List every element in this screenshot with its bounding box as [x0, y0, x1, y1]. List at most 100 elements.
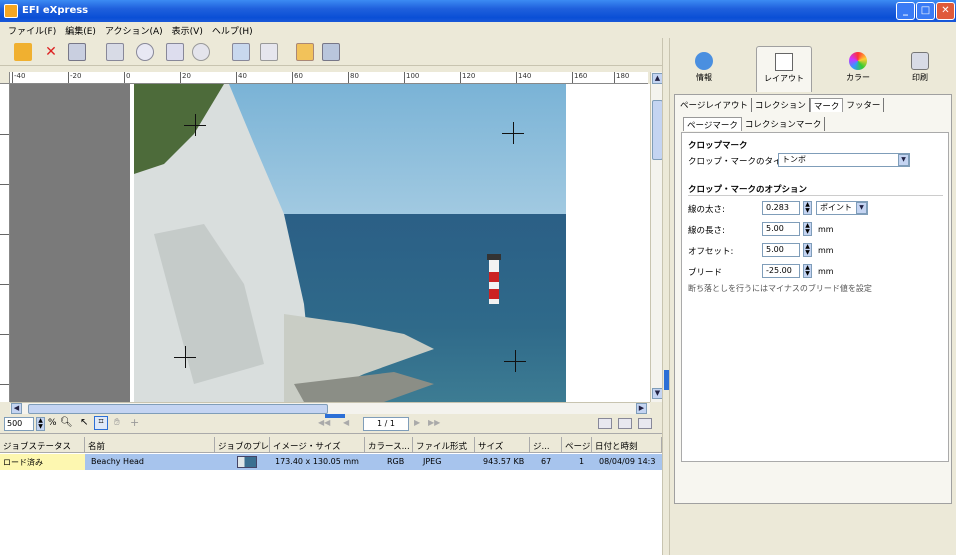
tab-info[interactable]: 情報: [676, 46, 732, 92]
print-icon[interactable]: [106, 43, 124, 61]
toolbar: ✕: [0, 38, 662, 66]
chevron-down-icon[interactable]: ▼: [856, 202, 867, 214]
ruler-label: 20: [182, 72, 191, 80]
preview-image[interactable]: [134, 84, 566, 402]
column-header[interactable]: 日付と時刻: [592, 437, 662, 453]
add-icon[interactable]: +: [130, 416, 139, 429]
panel-splitter[interactable]: [662, 38, 670, 555]
offset-stepper[interactable]: ▲ ▼: [803, 243, 812, 257]
actual-size-icon[interactable]: [638, 418, 652, 429]
splitter-grip[interactable]: [664, 370, 669, 390]
ruler-label: -40: [14, 72, 26, 80]
horizontal-scrollbar[interactable]: ◀ ▶: [10, 402, 650, 414]
tab-collection-marks[interactable]: コレクションマーク: [742, 117, 826, 131]
column-header[interactable]: ジョブのプレ...: [215, 437, 270, 453]
offset-unit: mm: [818, 246, 834, 255]
tab-page-marks[interactable]: ページマーク: [683, 117, 742, 131]
bleed-note: 断ち落としを行うにはマイナスのブリード値を設定: [688, 284, 872, 293]
column-header[interactable]: ファイル形式: [413, 437, 475, 453]
bleed-unit: mm: [818, 267, 834, 276]
offset-input[interactable]: 5.00: [762, 243, 800, 257]
column-header[interactable]: サイズ: [475, 437, 530, 453]
preview-icon[interactable]: [136, 43, 154, 61]
column-header[interactable]: ジョブステータス: [0, 437, 85, 453]
maximize-button[interactable]: □: [916, 2, 935, 20]
line-width-input[interactable]: 0.283: [762, 201, 800, 215]
pointer-icon[interactable]: ↖: [80, 417, 88, 428]
scroll-right-icon[interactable]: ▶: [636, 403, 647, 414]
save-icon[interactable]: [68, 43, 86, 61]
layout-settings: ページレイアウト コレクション マーク フッター ページマーク コレクションマー…: [674, 94, 952, 504]
fit-width-icon[interactable]: [598, 418, 612, 429]
zoom-stepper[interactable]: ▲ ▼: [36, 417, 45, 431]
job-thumbnail: [237, 456, 257, 468]
line-length-input[interactable]: 5.00: [762, 222, 800, 236]
open-folder-icon[interactable]: [14, 43, 32, 61]
hand-icon[interactable]: ✋︎: [114, 417, 120, 428]
tab-marks[interactable]: マーク: [809, 98, 844, 112]
table-row[interactable]: ロード済み Beachy Head 173.40 x 130.05 mm RGB…: [0, 454, 662, 470]
menu-view[interactable]: 表示(V): [168, 22, 208, 38]
prev-page-icon[interactable]: ◀: [343, 418, 349, 427]
minimize-button[interactable]: _: [896, 2, 915, 20]
tab-print[interactable]: 印刷: [892, 46, 948, 92]
menu-help[interactable]: ヘルプ(H): [208, 22, 258, 38]
fit-page-icon[interactable]: [618, 418, 632, 429]
file-size-cell: 943.57 KB: [483, 457, 525, 466]
preview-canvas[interactable]: [10, 84, 650, 402]
bleed-stepper[interactable]: ▲ ▼: [803, 264, 812, 278]
edit-icon[interactable]: [296, 43, 314, 61]
ruler-corner: [0, 72, 10, 84]
tab-footer[interactable]: フッター: [843, 98, 885, 112]
color-icon: [849, 52, 867, 70]
last-page-icon[interactable]: ▶▶: [428, 418, 440, 427]
tab-page-layout[interactable]: ページレイアウト: [677, 98, 752, 112]
vertical-ruler: [0, 84, 10, 402]
crop-type-select[interactable]: トンボ: [778, 153, 910, 167]
tab-layout[interactable]: レイアウト: [756, 46, 812, 92]
menu-action[interactable]: アクション(A): [101, 22, 168, 38]
menu-file[interactable]: ファイル(F): [4, 22, 61, 38]
color-space-cell: RGB: [387, 457, 405, 466]
crop-mark: [502, 122, 524, 144]
layout-subtabs: ページレイアウト コレクション マーク フッター: [677, 98, 885, 112]
chevron-down-icon[interactable]: ▼: [898, 154, 909, 166]
window-icon[interactable]: [260, 43, 278, 61]
ruler-label: 60: [294, 72, 303, 80]
layout-icon: [775, 53, 793, 71]
percent-label: %: [48, 418, 57, 428]
line-width-stepper[interactable]: ▲ ▼: [803, 201, 812, 215]
tool-icon[interactable]: [322, 43, 340, 61]
crop-tool-icon[interactable]: ⌗: [94, 416, 108, 430]
line-length-stepper[interactable]: ▲ ▼: [803, 222, 812, 236]
zoom-input[interactable]: 500: [4, 417, 34, 431]
page-indicator[interactable]: 1 / 1: [363, 417, 409, 431]
column-header[interactable]: ジ...: [530, 437, 562, 453]
bleed-label: ブリード: [688, 268, 723, 278]
mark-subtabs: ページマーク コレクションマーク: [683, 117, 826, 131]
settings-icon[interactable]: [192, 43, 210, 61]
next-page-icon[interactable]: ▶: [414, 418, 420, 427]
column-header[interactable]: イメージ・サイズ: [270, 437, 365, 453]
zoom-icon[interactable]: 🔍︎: [60, 417, 73, 428]
tab-collection[interactable]: コレクション: [752, 98, 810, 112]
scroll-left-icon[interactable]: ◀: [11, 403, 22, 414]
bleed-input[interactable]: -25.00: [762, 264, 800, 278]
ruler-label: 160: [574, 72, 588, 80]
close-button[interactable]: ✕: [936, 2, 955, 20]
import-icon[interactable]: [232, 43, 250, 61]
job-name-cell: Beachy Head: [91, 457, 144, 466]
delete-icon[interactable]: ✕: [42, 43, 60, 61]
pdf-icon[interactable]: [166, 43, 184, 61]
menu-edit[interactable]: 編集(E): [61, 22, 101, 38]
column-header[interactable]: カラース...: [365, 437, 413, 453]
scroll-thumb[interactable]: [28, 404, 328, 414]
ruler-label: 180: [616, 72, 630, 80]
column-header[interactable]: 名前: [85, 437, 215, 453]
column-header[interactable]: ページ: [562, 437, 592, 453]
first-page-icon[interactable]: ◀◀: [318, 418, 330, 427]
tab-color[interactable]: カラー: [830, 46, 886, 92]
horizontal-ruler: -40 -20 0 20 40 60 80 100 120 140 160 18…: [10, 72, 648, 84]
table-header: ジョブステータス 名前 ジョブのプレ... イメージ・サイズ カラース... フ…: [0, 437, 662, 453]
tab-label: レイアウト: [764, 74, 804, 83]
